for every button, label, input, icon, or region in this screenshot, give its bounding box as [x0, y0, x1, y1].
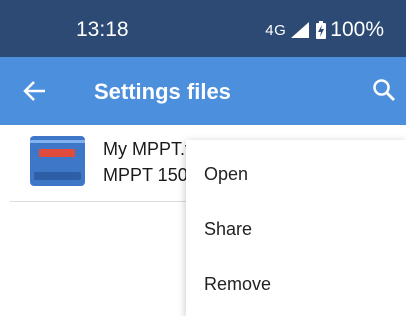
- search-icon[interactable]: [372, 78, 396, 102]
- thumbnail-band: [30, 140, 85, 143]
- app-bar: Settings files: [0, 57, 406, 125]
- thumbnail-label: [39, 149, 75, 157]
- file-model: MPPT 150: [103, 165, 188, 185]
- menu-item-label: Remove: [204, 274, 272, 294]
- menu-item-remove[interactable]: Remove: [186, 254, 406, 309]
- status-bar: 13:18 4G 100%: [0, 0, 406, 57]
- menu-item-open[interactable]: Open: [186, 144, 406, 199]
- network-type: 4G: [265, 21, 287, 39]
- status-indicators: 4G 100%: [265, 18, 384, 42]
- back-arrow-icon[interactable]: [22, 78, 48, 104]
- page-title: Settings files: [94, 79, 231, 104]
- menu-item-label: Share: [204, 219, 253, 239]
- battery-icon: [316, 21, 327, 39]
- signal-icon: [291, 22, 310, 38]
- device-thumbnail: [30, 136, 85, 186]
- context-menu: Open Share Remove: [186, 140, 406, 316]
- thumbnail-base: [34, 172, 81, 180]
- menu-item-share[interactable]: Share: [186, 199, 406, 254]
- battery-percent: 100%: [330, 18, 384, 41]
- menu-item-label: Open: [204, 164, 249, 184]
- file-name: My MPPT.v: [103, 139, 195, 159]
- status-time: 13:18: [76, 18, 129, 41]
